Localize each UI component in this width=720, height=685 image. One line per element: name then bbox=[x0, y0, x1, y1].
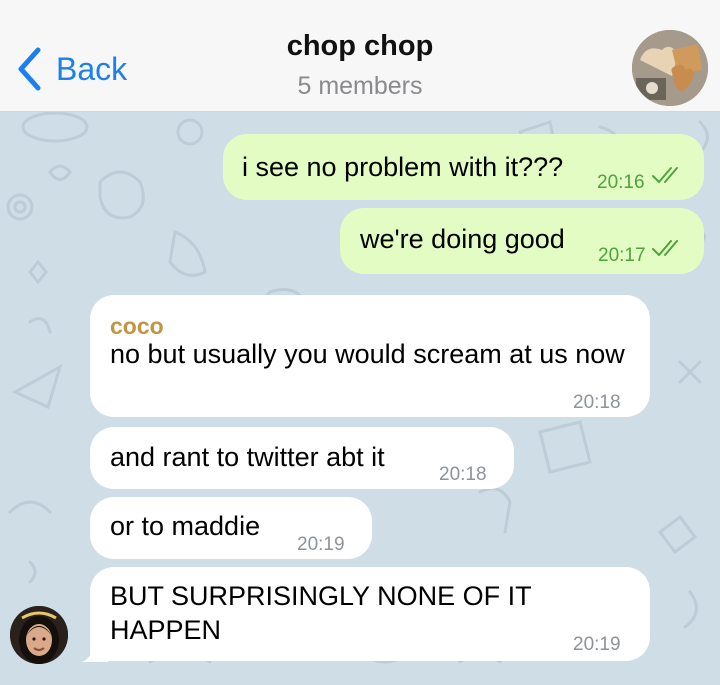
chat-title[interactable]: chop chop bbox=[0, 30, 720, 63]
incoming-message[interactable]: BUT SURPRISINGLY NONE OF IT HAPPEN 20:19 bbox=[90, 567, 650, 661]
message-time: 20:19 bbox=[573, 634, 621, 655]
message-time: 20:16 bbox=[597, 172, 645, 193]
message-text: and rant to twitter abt it bbox=[110, 442, 385, 472]
message-list[interactable]: i see no problem with it??? 20:16 we're … bbox=[0, 112, 720, 685]
message-text: no but usually you would scream at us no… bbox=[110, 339, 625, 369]
message-time: 20:18 bbox=[439, 464, 487, 485]
message-time: 20:19 bbox=[297, 534, 345, 555]
group-avatar[interactable] bbox=[632, 30, 708, 106]
sender-avatar[interactable] bbox=[10, 606, 68, 664]
message-text: or to maddie bbox=[110, 511, 261, 541]
message-text: i see no problem with it??? bbox=[242, 152, 564, 182]
message-time: 20:18 bbox=[573, 392, 621, 413]
chat-header: Back chop chop 5 members bbox=[0, 0, 720, 112]
member-count: 5 members bbox=[297, 72, 423, 100]
outgoing-message[interactable]: i see no problem with it??? 20:16 bbox=[223, 134, 704, 200]
message-text: we're doing good bbox=[360, 224, 565, 254]
message-time: 20:17 bbox=[598, 245, 646, 266]
incoming-message[interactable]: and rant to twitter abt it 20:18 bbox=[90, 427, 514, 489]
double-check-icon bbox=[652, 167, 678, 183]
incoming-message[interactable]: or to maddie 20:19 bbox=[90, 497, 372, 559]
double-check-icon bbox=[652, 240, 678, 256]
outgoing-message[interactable]: we're doing good 20:17 bbox=[340, 208, 704, 274]
incoming-message[interactable]: coco no but usually you would scream at … bbox=[90, 295, 650, 417]
message-text: BUT SURPRISINGLY NONE OF IT HAPPEN bbox=[110, 581, 532, 645]
